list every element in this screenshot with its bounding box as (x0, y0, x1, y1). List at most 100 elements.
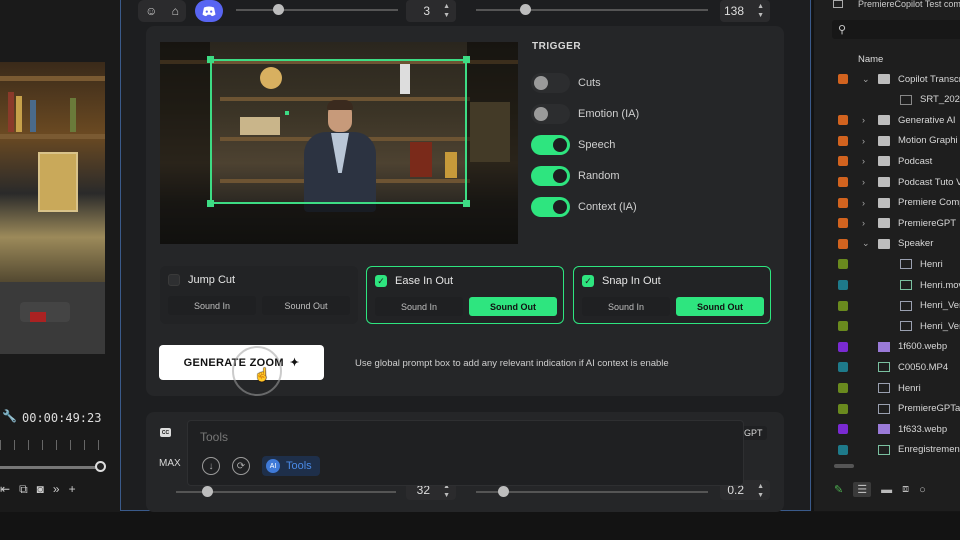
slider-2-value[interactable]: 138 ▲ ▼ (720, 0, 770, 22)
sync-icon[interactable]: ⟳ (232, 457, 250, 475)
project-item[interactable]: Henri_Ver (814, 316, 960, 336)
project-item[interactable]: ⌄ Copilot Transcr (814, 69, 960, 89)
emotion-toggle[interactable] (531, 104, 570, 124)
snap-in-out-checkbox[interactable]: ✓ (582, 275, 594, 287)
label-color-swatch[interactable] (838, 362, 848, 373)
list-view-icon[interactable]: ☰ (853, 482, 872, 497)
cuts-toggle[interactable] (531, 73, 570, 93)
pencil-icon[interactable]: ✎ (834, 483, 843, 496)
trigger-random[interactable]: Random (531, 165, 620, 187)
label-color-swatch[interactable] (838, 321, 848, 332)
name-column-header[interactable]: Name (858, 54, 883, 65)
label-color-swatch[interactable] (838, 280, 848, 290)
crop-handle[interactable] (207, 200, 214, 207)
insert-icon[interactable]: ⧉ (19, 482, 28, 497)
slider-2-knob[interactable] (520, 4, 531, 15)
project-item[interactable]: › Motion Graphi (814, 131, 960, 151)
project-item[interactable]: Henri (814, 254, 960, 274)
label-color-swatch[interactable] (838, 300, 848, 311)
zoom-icon[interactable]: ○ (919, 484, 926, 496)
scrub-handle[interactable] (95, 461, 106, 472)
add-icon[interactable]: + (69, 482, 76, 497)
discord-button[interactable] (195, 0, 223, 22)
chevron-right-icon[interactable]: › (862, 218, 865, 228)
user-icon[interactable]: ☺ (145, 4, 157, 18)
project-search-input[interactable]: ⚲ (832, 20, 960, 39)
ease-in-out-checkbox[interactable]: ✓ (375, 275, 387, 287)
slider-4-track[interactable] (476, 491, 708, 493)
jump-cut-checkbox[interactable] (168, 274, 180, 286)
chevron-right-icon[interactable]: › (862, 115, 865, 125)
trigger-emotion[interactable]: Emotion (IA) (531, 103, 639, 125)
random-toggle[interactable] (531, 166, 570, 186)
slider-1-track[interactable] (236, 9, 398, 11)
label-color-swatch[interactable] (838, 218, 848, 229)
tools-chip[interactable]: AI Tools (262, 456, 320, 476)
chevron-right-icon[interactable]: › (862, 156, 865, 166)
time-ruler[interactable] (0, 440, 105, 450)
project-item[interactable]: Enregistremen (814, 440, 960, 460)
icon-view-icon[interactable]: ▬ (881, 484, 892, 496)
label-color-swatch[interactable] (838, 238, 848, 249)
label-color-swatch[interactable] (838, 383, 848, 393)
home-icon[interactable]: ⌂ (172, 4, 179, 18)
wrench-icon[interactable]: 🔧 (2, 409, 17, 423)
label-color-swatch[interactable] (838, 403, 848, 414)
project-scrollbar[interactable] (834, 464, 854, 468)
slider-1-value[interactable]: 3 ▲ ▼ (406, 0, 456, 22)
project-item[interactable]: › Podcast (814, 151, 960, 171)
label-color-swatch[interactable] (838, 156, 848, 167)
label-color-swatch[interactable] (838, 197, 848, 208)
label-color-swatch[interactable] (838, 135, 848, 146)
trigger-cuts[interactable]: Cuts (531, 72, 601, 94)
slider-1-knob[interactable] (273, 4, 284, 15)
project-item[interactable]: 1f600.webp (814, 337, 960, 357)
slider-3-knob[interactable] (202, 486, 213, 497)
sound-in-button[interactable]: Sound In (582, 297, 670, 316)
project-item[interactable]: PremiereGPTac (814, 399, 960, 419)
sound-in-button[interactable]: Sound In (168, 296, 256, 315)
stepper-icon[interactable]: ▲ ▼ (757, 2, 764, 20)
more-icon[interactable]: » (53, 482, 60, 497)
project-item[interactable]: C0050.MP4 (814, 357, 960, 377)
crop-handle[interactable] (207, 56, 214, 63)
scrub-track[interactable] (0, 466, 100, 469)
sound-out-button[interactable]: Sound Out (262, 296, 350, 315)
chevron-down-icon[interactable]: ⌄ (862, 238, 870, 249)
camera-icon[interactable]: ◙ (37, 482, 44, 497)
freeform-view-icon[interactable]: ⧈ (902, 483, 909, 496)
label-color-swatch[interactable] (838, 341, 848, 352)
stepper-icon[interactable]: ▲ ▼ (443, 2, 450, 20)
crop-handle[interactable] (463, 200, 470, 207)
stepper-icon[interactable]: ▲ ▼ (757, 482, 764, 500)
project-item[interactable]: SRT_2026_ (814, 90, 960, 110)
cc-icon[interactable]: CC (160, 428, 171, 437)
speech-toggle[interactable] (531, 135, 570, 155)
chevron-right-icon[interactable]: › (862, 136, 865, 146)
sound-out-button[interactable]: Sound Out (676, 297, 764, 316)
trigger-context[interactable]: Context (IA) (531, 196, 637, 218)
project-item[interactable]: Henri.mov (814, 275, 960, 295)
project-item[interactable]: 1f633.webp (814, 419, 960, 439)
slider-2-track[interactable] (476, 9, 708, 11)
slider-4-knob[interactable] (498, 486, 509, 497)
crop-handle[interactable] (463, 56, 470, 63)
label-color-swatch[interactable] (838, 424, 848, 435)
chevron-down-icon[interactable]: ⌄ (862, 74, 870, 85)
project-item[interactable]: › Generative AI (814, 110, 960, 130)
project-item[interactable]: Henri (814, 378, 960, 398)
label-color-swatch[interactable] (838, 259, 848, 270)
chevron-right-icon[interactable]: › (862, 198, 865, 208)
project-item[interactable]: ⌄ Speaker (814, 234, 960, 254)
project-item[interactable]: › Premiere Comp (814, 193, 960, 213)
step-icon[interactable]: ⇤ (0, 482, 10, 497)
project-item[interactable]: Henri_Ver (814, 296, 960, 316)
label-color-swatch[interactable] (838, 74, 848, 84)
trigger-speech[interactable]: Speech (531, 134, 615, 156)
label-color-swatch[interactable] (838, 115, 848, 126)
download-icon[interactable]: ↓ (202, 457, 220, 475)
sound-in-button[interactable]: Sound In (375, 297, 463, 316)
label-color-swatch[interactable] (838, 177, 848, 187)
crop-frame[interactable] (210, 59, 467, 204)
chevron-right-icon[interactable]: › (862, 177, 865, 187)
